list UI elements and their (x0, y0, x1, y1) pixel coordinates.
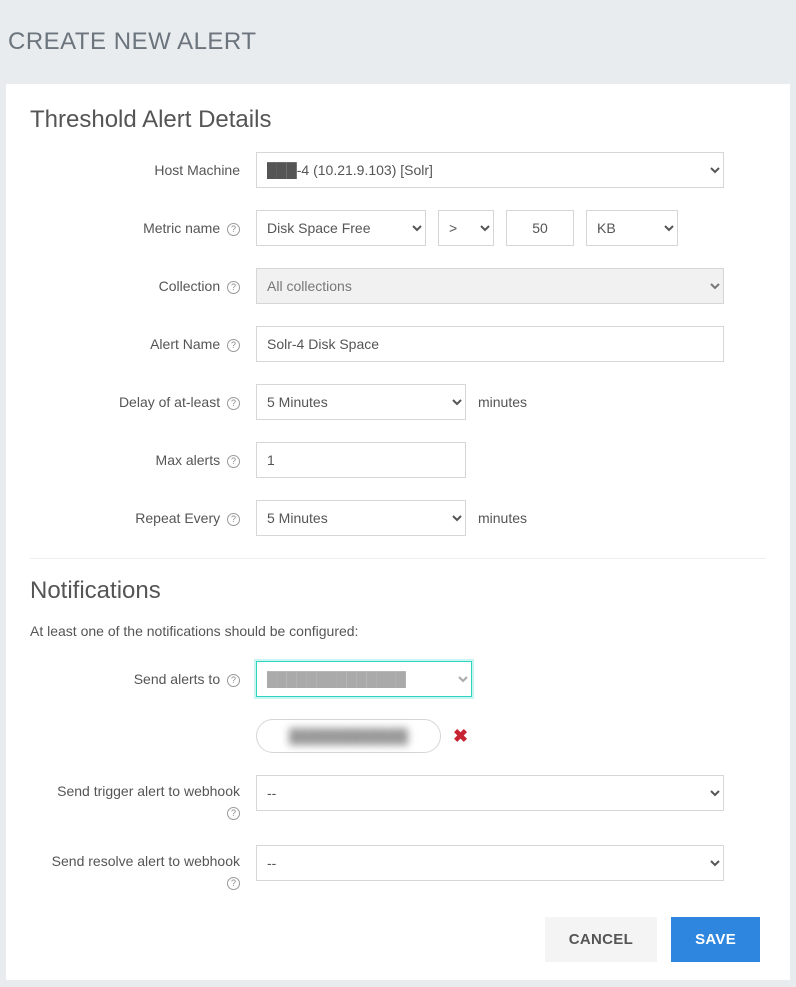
label-repeat: Repeat Every ? (30, 510, 256, 526)
label-max-alerts: Max alerts ? (30, 452, 256, 468)
label-resolve-webhook: Send resolve alert to webhook ? (30, 845, 256, 893)
row-host-machine: Host Machine ███-4 (10.21.9.103) [Solr] (30, 152, 766, 188)
resolve-webhook-select[interactable]: -- (256, 845, 724, 881)
cancel-button[interactable]: CANCEL (545, 917, 657, 962)
row-delay: Delay of at-least ? 5 Minutes minutes (30, 384, 766, 420)
page-header: CREATE NEW ALERT (0, 0, 796, 84)
help-icon[interactable]: ? (227, 281, 240, 294)
collection-select[interactable]: All collections (256, 268, 724, 304)
field-host-machine: ███-4 (10.21.9.103) [Solr] (256, 152, 766, 188)
send-to-select[interactable]: ██████████████ (256, 661, 472, 697)
notifications-subtitle: At least one of the notifications should… (30, 623, 766, 639)
row-repeat: Repeat Every ? 5 Minutes minutes (30, 500, 766, 536)
row-recipient-chip: ████████████ ✖ (30, 719, 766, 753)
label-host-machine: Host Machine (30, 162, 256, 178)
help-icon[interactable]: ? (227, 397, 240, 410)
field-recipient-chip: ████████████ ✖ (256, 719, 766, 753)
repeat-select[interactable]: 5 Minutes (256, 500, 466, 536)
label-trigger-webhook: Send trigger alert to webhook ? (30, 775, 256, 823)
delay-select[interactable]: 5 Minutes (256, 384, 466, 420)
label-delay: Delay of at-least ? (30, 394, 256, 410)
row-max-alerts: Max alerts ? (30, 442, 766, 478)
help-icon[interactable]: ? (227, 807, 240, 820)
help-icon[interactable]: ? (227, 513, 240, 526)
help-icon[interactable]: ? (227, 674, 240, 687)
help-icon[interactable]: ? (227, 455, 240, 468)
footer-actions: CANCEL SAVE (30, 917, 766, 962)
save-button[interactable]: SAVE (671, 917, 760, 962)
label-metric-name: Metric name ? (30, 220, 256, 236)
host-machine-select[interactable]: ███-4 (10.21.9.103) [Solr] (256, 152, 724, 188)
row-collection: Collection ? All collections (30, 268, 766, 304)
divider (30, 558, 766, 559)
field-max-alerts (256, 442, 766, 478)
details-section-title: Threshold Alert Details (30, 106, 766, 134)
page-title: CREATE NEW ALERT (8, 28, 788, 56)
label-alert-name: Alert Name ? (30, 336, 256, 352)
field-resolve-webhook: -- (256, 845, 766, 881)
form-card: Threshold Alert Details Host Machine ███… (6, 84, 790, 980)
field-trigger-webhook: -- (256, 775, 766, 811)
recipient-chip: ████████████ (256, 719, 441, 753)
field-repeat: 5 Minutes minutes (256, 500, 766, 536)
trigger-webhook-select[interactable]: -- (256, 775, 724, 811)
delay-suffix: minutes (478, 394, 527, 410)
field-delay: 5 Minutes minutes (256, 384, 766, 420)
alert-name-input[interactable] (256, 326, 724, 362)
help-icon[interactable]: ? (227, 223, 240, 236)
threshold-input[interactable] (506, 210, 574, 246)
max-alerts-input[interactable] (256, 442, 466, 478)
unit-select[interactable]: KB (586, 210, 678, 246)
notifications-section-title: Notifications (30, 577, 766, 605)
repeat-suffix: minutes (478, 510, 527, 526)
label-collection: Collection ? (30, 278, 256, 294)
row-trigger-webhook: Send trigger alert to webhook ? -- (30, 775, 766, 823)
field-metric-name: Disk Space Free > KB (256, 210, 766, 246)
field-alert-name (256, 326, 766, 362)
row-resolve-webhook: Send resolve alert to webhook ? -- (30, 845, 766, 893)
operator-select[interactable]: > (438, 210, 494, 246)
row-alert-name: Alert Name ? (30, 326, 766, 362)
field-send-to: ██████████████ (256, 661, 766, 697)
help-icon[interactable]: ? (227, 877, 240, 890)
field-collection: All collections (256, 268, 766, 304)
remove-recipient-icon[interactable]: ✖ (453, 726, 468, 747)
metric-select[interactable]: Disk Space Free (256, 210, 426, 246)
help-icon[interactable]: ? (227, 339, 240, 352)
label-send-to: Send alerts to ? (30, 671, 256, 687)
row-send-to: Send alerts to ? ██████████████ (30, 661, 766, 697)
row-metric-name: Metric name ? Disk Space Free > KB (30, 210, 766, 246)
